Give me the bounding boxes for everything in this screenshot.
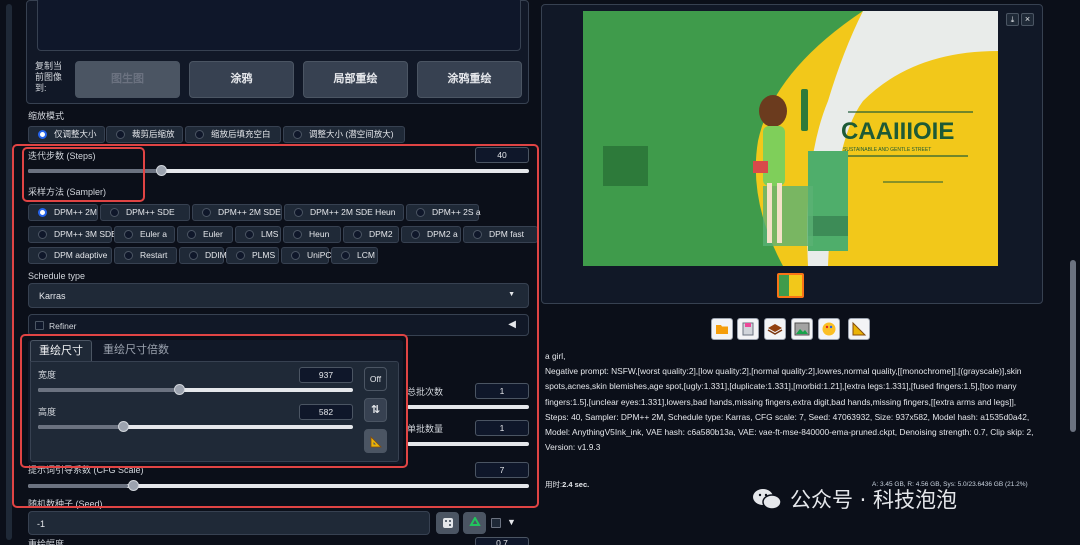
- resize-mode-latent[interactable]: 调整大小 (潜空间放大): [283, 126, 405, 143]
- radio-icon: [293, 130, 302, 139]
- denoise-input[interactable]: 0.7: [475, 537, 529, 545]
- right-scrollbar[interactable]: [1070, 260, 1076, 432]
- radio-icon: [116, 130, 125, 139]
- save-button[interactable]: [737, 318, 759, 340]
- random-seed-button[interactable]: [436, 512, 459, 534]
- image-preview-area: [37, 0, 521, 51]
- close-icon[interactable]: ×: [1021, 13, 1034, 26]
- save-icon: [742, 322, 754, 336]
- copy-to-img2img-button[interactable]: 图生图: [75, 61, 180, 98]
- seed-input[interactable]: -1: [28, 511, 430, 535]
- gallery-thumbnail[interactable]: [777, 273, 804, 298]
- recycle-icon: [468, 515, 481, 526]
- highlight-box-steps-sampler: [22, 147, 145, 202]
- radio-icon: [38, 130, 47, 139]
- resize-mode-fill[interactable]: 缩放后填充空白: [185, 126, 281, 143]
- poster-title: CAAIIIOIE: [841, 118, 954, 145]
- highlight-box-size: [20, 334, 408, 468]
- radio-icon: [195, 130, 204, 139]
- dice-icon: [442, 518, 453, 528]
- poster-subtitle: SUSTAINABLE AND GENTLE STREET: [843, 147, 931, 153]
- ruler-icon: [852, 321, 867, 336]
- denoise-label: 重绘幅度: [28, 539, 65, 545]
- copy-to-inpaint-button[interactable]: 局部重绘: [303, 61, 408, 98]
- image-icon: [794, 322, 810, 336]
- palette-icon: [822, 322, 836, 336]
- caret-down-icon[interactable]: ▼: [507, 517, 516, 527]
- resize-mode-crop[interactable]: 裁剪后缩放: [106, 126, 183, 143]
- seed-value: -1: [37, 519, 46, 529]
- folder-icon: [716, 325, 728, 334]
- zip-button[interactable]: [764, 318, 786, 340]
- open-folder-button[interactable]: [711, 318, 733, 340]
- resize-mode-just-resize[interactable]: 仅调整大小: [28, 126, 105, 143]
- generated-image[interactable]: CAAIIIOIE SUSTAINABLE AND GENTLE STREET: [583, 11, 998, 266]
- archive-icon: [767, 324, 783, 335]
- info-negative-prompt: Negative prompt: NSFW,[worst quality:2],…: [545, 366, 1022, 407]
- time-taken: 用时:2.4 sec.: [545, 480, 590, 489]
- extra-seed-checkbox[interactable]: [491, 518, 501, 528]
- copy-to-sketch-button[interactable]: 涂鸦: [189, 61, 294, 98]
- info-prompt: a girl,: [545, 351, 566, 361]
- send-to-img2img-button[interactable]: [791, 318, 813, 340]
- watermark: 公众号 · 科技泡泡: [752, 484, 957, 514]
- copy-to-label: 复制当 前图像 到:: [35, 61, 63, 93]
- copy-to-inpaint-sketch-button[interactable]: 涂鸦重绘: [417, 61, 522, 98]
- resize-mode-label: 缩放模式: [28, 111, 65, 121]
- watermark-text: 公众号 · 科技泡泡: [790, 488, 958, 512]
- send-to-inpaint-button[interactable]: [818, 318, 840, 340]
- generation-info: a girl, Negative prompt: NSFW,[worst qua…: [545, 349, 1037, 455]
- info-parameters: Steps: 40, Sampler: DPM++ 2M, Schedule t…: [545, 411, 1034, 453]
- send-to-extras-button[interactable]: [848, 318, 870, 340]
- wechat-icon: [753, 489, 782, 510]
- reuse-seed-button[interactable]: [463, 512, 486, 534]
- download-icon[interactable]: ⤓: [1006, 13, 1019, 26]
